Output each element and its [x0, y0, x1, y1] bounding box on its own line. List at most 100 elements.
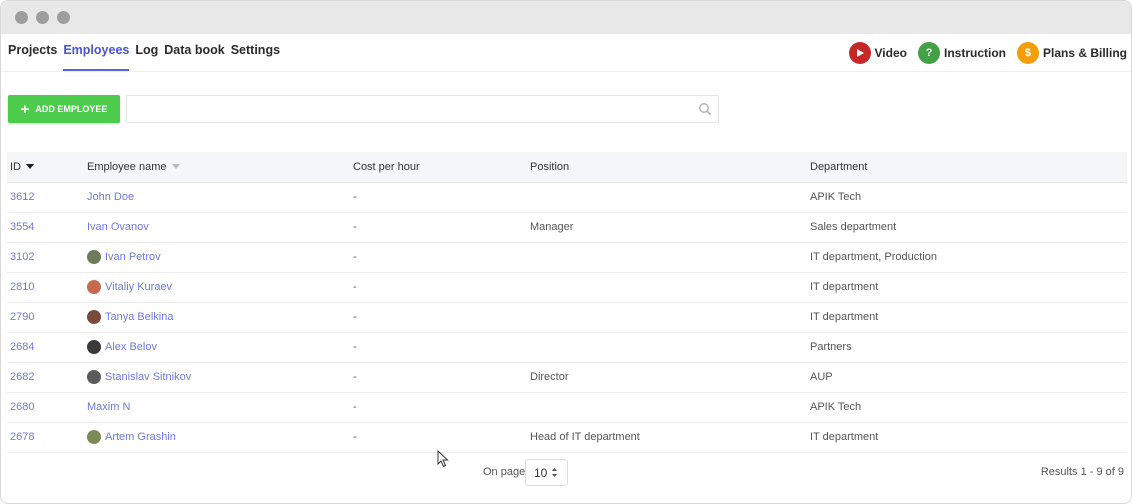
toolbar: + ADD EMPLOYEE [1, 72, 1131, 128]
sort-icon [171, 164, 180, 170]
column-header-name[interactable]: Employee name [84, 152, 350, 182]
cell-id[interactable]: 2682 [7, 362, 84, 392]
cell-id[interactable]: 2810 [7, 272, 84, 302]
cell-name[interactable]: Ivan Petrov [84, 242, 350, 272]
cell-position [527, 332, 807, 362]
window-dot-icon[interactable] [57, 11, 70, 24]
cell-position: Manager [530, 221, 574, 233]
cell-name[interactable]: Artem Grashin [84, 422, 350, 452]
avatar [87, 430, 101, 444]
window-dot-icon[interactable] [36, 11, 49, 24]
plus-icon: + [20, 100, 30, 118]
per-page-select[interactable]: 10 [525, 459, 568, 486]
employees-table: ID Employee name Cost per hour Position … [7, 152, 1127, 453]
top-navigation: Projects Employees Log Data book Setting… [1, 34, 1131, 72]
cell-department: APIK Tech [810, 191, 862, 203]
nav-employees[interactable]: Employees [63, 34, 130, 71]
avatar [87, 250, 101, 264]
cell-name[interactable]: Maxim N [84, 392, 350, 422]
column-header-cost: Cost per hour [353, 160, 420, 173]
employee-name[interactable]: Stanislav Sitnikov [105, 371, 191, 383]
updown-arrows-icon [552, 468, 558, 477]
plans-billing-label: Plans & Billing [1042, 45, 1127, 60]
pagination-bar: On page 10 Results 1 - 9 of 9 [0, 459, 1132, 487]
cell-cost: - [353, 341, 357, 353]
sort-desc-icon [26, 164, 34, 170]
cell-id[interactable]: 2680 [7, 392, 84, 422]
cell-name[interactable]: Alex Belov [84, 332, 350, 362]
employee-name[interactable]: Alex Belov [105, 341, 157, 353]
employee-name[interactable]: John Doe [87, 191, 134, 203]
cell-cost: - [353, 431, 357, 443]
mouse-cursor-icon [437, 450, 449, 468]
cell-name[interactable]: Vitaliy Kuraev [84, 272, 350, 302]
search-icon[interactable] [698, 102, 712, 121]
cell-id[interactable]: 3102 [7, 242, 84, 272]
cell-position [527, 302, 807, 332]
instruction-link[interactable]: ? Instruction [917, 41, 1006, 64]
employee-name[interactable]: Maxim N [87, 401, 130, 413]
cell-department: APIK Tech [810, 401, 862, 413]
add-employee-label: ADD EMPLOYEE [35, 104, 108, 114]
cell-cost: - [353, 281, 357, 293]
nav-links: Projects Employees Log Data book Setting… [1, 34, 280, 71]
results-count: Results 1 - 9 of 9 [1040, 466, 1124, 478]
cell-cost: - [353, 191, 357, 203]
table-row[interactable]: 2678 Artem Grashin - Head of IT departme… [7, 422, 1127, 452]
cell-position [527, 182, 807, 212]
nav-projects[interactable]: Projects [8, 34, 57, 71]
per-page-value: 10 [534, 465, 548, 480]
column-header-department: Department [810, 160, 868, 173]
cell-position [527, 272, 807, 302]
cell-department: Sales department [810, 221, 897, 233]
employee-name[interactable]: Tanya Belkina [105, 311, 174, 323]
cell-position [527, 242, 807, 272]
cell-name[interactable]: John Doe [84, 182, 350, 212]
table-row[interactable]: 2682 Stanislav Sitnikov - Director AUP [7, 362, 1127, 392]
cell-cost: - [353, 371, 357, 383]
table-row[interactable]: 2680 Maxim N - APIK Tech [7, 392, 1127, 422]
search-input[interactable] [127, 96, 718, 122]
column-header-id[interactable]: ID [7, 152, 84, 182]
cell-id[interactable]: 2678 [7, 422, 84, 452]
cell-id[interactable]: 2684 [7, 332, 84, 362]
cell-position [527, 392, 807, 422]
employee-name[interactable]: Artem Grashin [105, 431, 176, 443]
column-header-position: Position [530, 160, 570, 173]
table-row[interactable]: 2810 Vitaliy Kuraev - IT department [7, 272, 1127, 302]
employee-name[interactable]: Ivan Petrov [105, 251, 161, 263]
question-icon: ? [917, 41, 940, 64]
table-row[interactable]: 3102 Ivan Petrov - IT department, Produc… [7, 242, 1127, 272]
nav-settings[interactable]: Settings [231, 34, 280, 71]
plans-billing-link[interactable]: $ Plans & Billing [1016, 41, 1127, 64]
add-employee-button[interactable]: + ADD EMPLOYEE [8, 95, 120, 123]
window-dot-icon[interactable] [15, 11, 28, 24]
cell-id[interactable]: 3612 [7, 182, 84, 212]
employee-name[interactable]: Vitaliy Kuraev [105, 281, 172, 293]
cell-position: Director [530, 371, 569, 383]
video-label: Video [874, 45, 907, 60]
nav-data-book[interactable]: Data book [164, 34, 224, 71]
avatar [87, 370, 101, 384]
cell-name[interactable]: Ivan Ovanov [84, 212, 350, 242]
cell-cost: - [353, 401, 357, 413]
cell-cost: - [353, 221, 357, 233]
cell-department: IT department, Production [810, 251, 937, 263]
employee-name[interactable]: Ivan Ovanov [87, 221, 149, 233]
cell-department: IT department [810, 311, 879, 323]
table-row[interactable]: 2790 Tanya Belkina - IT department [7, 302, 1127, 332]
table-row[interactable]: 2684 Alex Belov - Partners [7, 332, 1127, 362]
cell-name[interactable]: Tanya Belkina [84, 302, 350, 332]
cell-department: IT department [810, 431, 879, 443]
cell-id[interactable]: 3554 [7, 212, 84, 242]
table-row[interactable]: 3612 John Doe - APIK Tech [7, 182, 1127, 212]
nav-log[interactable]: Log [135, 34, 158, 71]
cell-department: Partners [810, 341, 852, 353]
dollar-icon: $ [1016, 41, 1039, 64]
window-titlebar [1, 1, 1131, 34]
cell-id[interactable]: 2790 [7, 302, 84, 332]
cell-name[interactable]: Stanislav Sitnikov [84, 362, 350, 392]
on-page-label: On page [483, 466, 526, 478]
table-row[interactable]: 3554 Ivan Ovanov - Manager Sales departm… [7, 212, 1127, 242]
video-link[interactable]: Video [848, 41, 907, 64]
